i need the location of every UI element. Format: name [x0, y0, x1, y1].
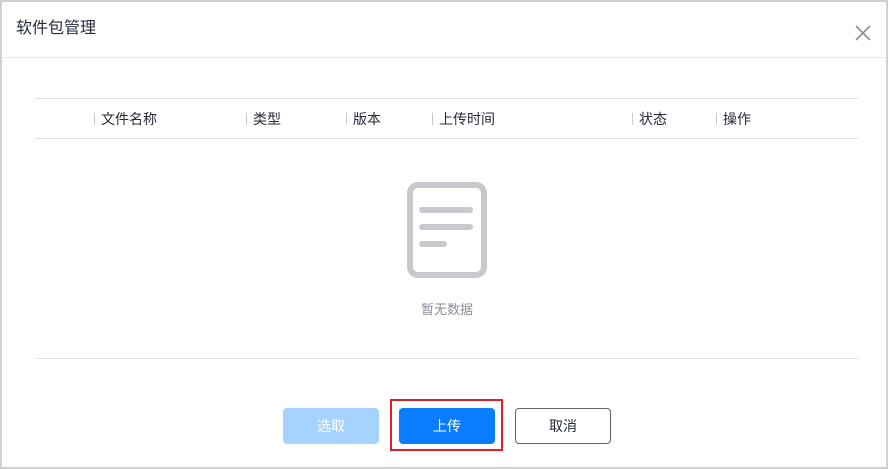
empty-state-text: 暂无数据	[420, 303, 473, 318]
package-table: 文件名称 类型 版本 上传时间 状态 操作	[36, 98, 858, 139]
close-icon[interactable]	[852, 22, 874, 44]
dialog-title: 软件包管理	[16, 18, 97, 37]
empty-document-icon	[406, 181, 488, 279]
dialog-header: 软件包管理	[2, 2, 886, 58]
column-header-version[interactable]: 版本	[346, 99, 381, 139]
column-header-file-name[interactable]: 文件名称	[94, 99, 157, 139]
column-header-upload-time[interactable]: 上传时间	[432, 99, 495, 139]
select-button[interactable]: 选取	[283, 408, 379, 444]
column-header-type[interactable]: 类型	[246, 99, 281, 139]
empty-state: 暂无数据	[36, 139, 858, 359]
column-header-actions[interactable]: 操作	[716, 99, 751, 139]
table-header-row: 文件名称 类型 版本 上传时间 状态 操作	[36, 98, 858, 139]
cancel-button[interactable]: 取消	[515, 408, 611, 444]
upload-button[interactable]: 上传	[399, 408, 495, 444]
column-header-status[interactable]: 状态	[632, 99, 667, 139]
software-package-dialog: 软件包管理 文件名称 类型 版本 上传时间 状态 操作 暂无数据 选取 上传 取…	[0, 0, 888, 469]
